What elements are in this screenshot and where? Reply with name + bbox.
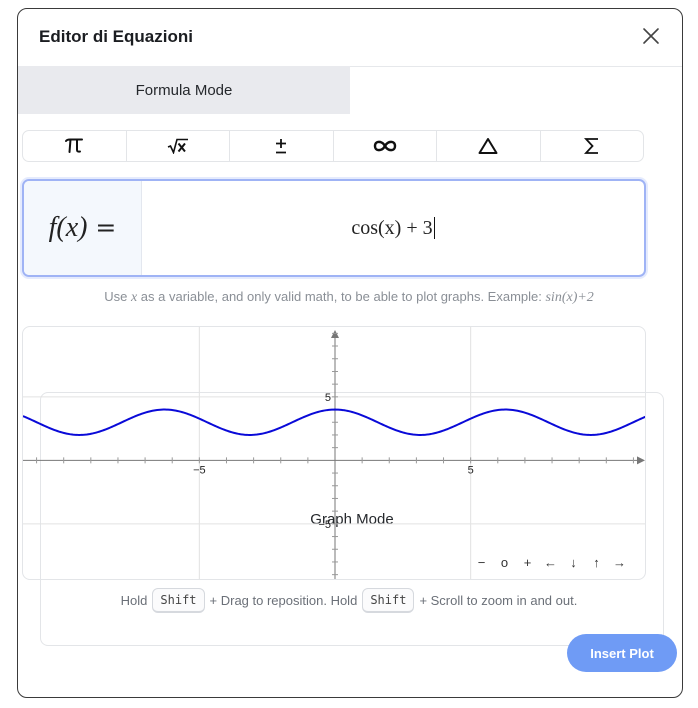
hint-text-before: Use <box>104 289 128 304</box>
pan-right-button[interactable]: → <box>608 555 631 570</box>
formula-expression-field[interactable]: cos(x) + 3 <box>142 181 644 275</box>
y-tick-label: 5 <box>325 392 331 404</box>
shift-key-badge: Shift <box>362 588 415 613</box>
graph-controls: − o + ← ↓ ↑ → <box>470 555 631 570</box>
hint-example: sin(x)+2 <box>545 290 594 305</box>
graph-help-text: Hold Shift + Drag to reposition. Hold Sh… <box>0 588 698 613</box>
dialog-title: Editor di Equazioni <box>39 27 193 46</box>
help-text-part: + Scroll to zoom in and out. <box>419 593 578 608</box>
square-root-button[interactable] <box>127 131 230 161</box>
y-tick-label: −5 <box>318 519 331 531</box>
pan-down-button[interactable]: ↓ <box>562 555 585 570</box>
infinity-button[interactable] <box>334 131 437 161</box>
help-text-part: + Drag to reposition. Hold <box>209 593 358 608</box>
pan-up-button[interactable]: ↑ <box>585 555 608 570</box>
infinity-icon <box>373 140 396 152</box>
function-prefix-label: f(x) = <box>48 212 117 243</box>
plot-svg[interactable]: −5 5 5 −5 <box>23 327 646 580</box>
pi-icon <box>65 138 84 153</box>
formula-expression: cos(x) + 3 <box>351 216 433 239</box>
sigma-icon <box>583 138 598 154</box>
formula-input-box[interactable]: f(x) = cos(x) + 3 <box>22 179 646 277</box>
delta-icon <box>478 138 498 154</box>
pan-left-button[interactable]: ← <box>539 555 562 570</box>
delta-button[interactable] <box>437 131 541 161</box>
mode-tabs: Formula Mode Graph Mode <box>18 66 682 646</box>
graph-canvas[interactable]: −5 5 5 −5 − o + ← ↓ ↑ → <box>22 326 646 580</box>
zoom-in-button[interactable]: + <box>516 555 539 570</box>
square-root-icon <box>167 138 188 154</box>
sigma-button[interactable] <box>541 131 644 161</box>
dialog-header: Editor di Equazioni <box>18 9 682 67</box>
hint-variable: x <box>130 290 138 305</box>
tab-formula-mode[interactable]: Formula Mode <box>18 66 350 114</box>
x-tick-label: 5 <box>468 464 474 476</box>
x-tick-label: −5 <box>193 464 206 476</box>
function-prefix: f(x) = <box>24 181 142 275</box>
zoom-out-button[interactable]: − <box>470 555 493 570</box>
pi-button[interactable] <box>23 131 127 161</box>
hint-text-after: as a variable, and only valid math, to b… <box>140 289 542 304</box>
plus-minus-button[interactable] <box>230 131 334 161</box>
help-text-part: Hold <box>120 593 148 608</box>
close-icon[interactable] <box>640 25 662 47</box>
variable-hint: Use x as a variable, and only valid math… <box>0 289 698 306</box>
plus-minus-icon <box>276 139 287 154</box>
x-axis-arrow <box>637 456 645 465</box>
symbol-toolbar <box>22 130 644 162</box>
insert-plot-button[interactable]: Insert Plot <box>567 634 677 672</box>
text-caret <box>433 217 435 239</box>
reset-view-button[interactable]: o <box>493 555 516 570</box>
shift-key-badge: Shift <box>152 588 205 613</box>
y-axis-arrow <box>331 330 339 338</box>
